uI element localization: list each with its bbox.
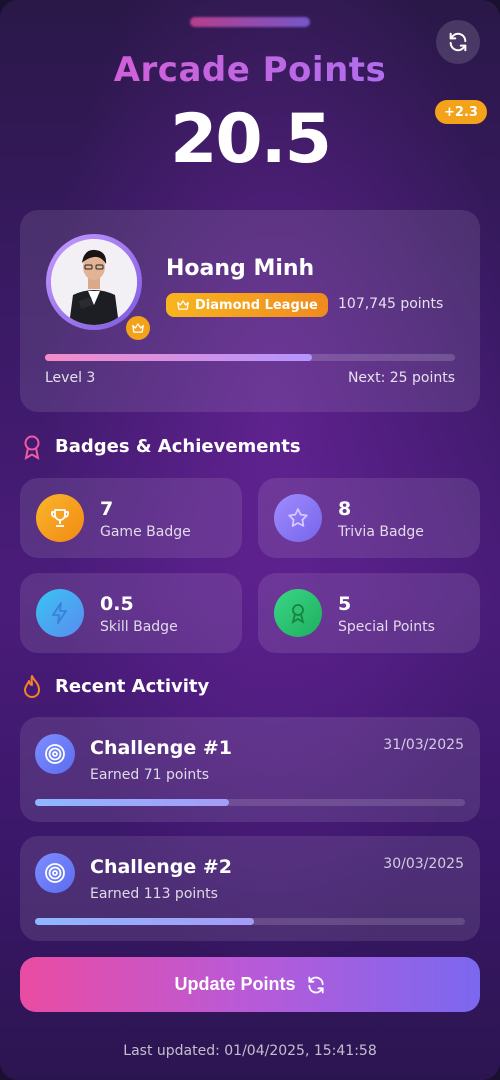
- avatar: [51, 239, 137, 325]
- activity-progress-fill: [35, 799, 229, 806]
- update-points-label: Update Points: [174, 974, 296, 994]
- activity-subtitle: Earned 71 points: [90, 767, 210, 783]
- star-icon: [274, 494, 322, 542]
- target-icon: [35, 853, 75, 893]
- activity-progress-fill: [35, 918, 255, 925]
- level-label: Level 3: [45, 370, 96, 386]
- ribbon-icon: [274, 589, 322, 637]
- activity-section-title: Recent Activity: [55, 676, 210, 697]
- level-progress-fill: [45, 354, 312, 361]
- crown-badge-icon: [126, 316, 150, 340]
- badges-section-title: Badges & Achievements: [55, 436, 301, 457]
- badge-card-game[interactable]: 7 Game Badge: [20, 478, 242, 558]
- activity-title: Challenge #1: [90, 737, 232, 759]
- activity-item[interactable]: Challenge #1 Earned 71 points 31/03/2025: [20, 717, 480, 822]
- level-progress-bar: [45, 354, 455, 361]
- badge-label: Game Badge: [100, 524, 191, 540]
- activity-title: Challenge #2: [90, 856, 232, 878]
- badge-card-special[interactable]: 5 Special Points: [258, 573, 480, 653]
- activity-date: 30/03/2025: [383, 856, 464, 872]
- activity-subtitle: Earned 113 points: [90, 886, 218, 902]
- trophy-icon: [36, 494, 84, 542]
- target-icon: [35, 734, 75, 774]
- badge-label: Special Points: [338, 619, 435, 635]
- refresh-icon: [307, 976, 324, 993]
- badge-value: 5: [338, 593, 352, 615]
- activity-progress-bar: [35, 918, 465, 925]
- badge-card-skill[interactable]: 0.5 Skill Badge: [20, 573, 242, 653]
- update-points-button[interactable]: Update Points: [20, 957, 480, 1012]
- award-icon: [24, 435, 40, 460]
- profile-card: Hoang Minh Diamond League 107,745 points…: [20, 210, 480, 412]
- avatar-ring: [46, 234, 142, 330]
- badge-value: 0.5: [100, 593, 134, 615]
- badge-label: Trivia Badge: [338, 524, 424, 540]
- crown-icon: [177, 300, 189, 310]
- activity-progress-bar: [35, 799, 465, 806]
- badge-value: 8: [338, 498, 352, 520]
- badge-card-trivia[interactable]: 8 Trivia Badge: [258, 478, 480, 558]
- activity-date: 31/03/2025: [383, 737, 464, 753]
- total-score: 20.5: [170, 100, 332, 179]
- league-badge: Diamond League: [166, 293, 328, 317]
- flame-icon: [24, 675, 40, 698]
- activity-item[interactable]: Challenge #2 Earned 113 points 30/03/202…: [20, 836, 480, 941]
- badge-value: 7: [100, 498, 114, 520]
- badge-label: Skill Badge: [100, 619, 178, 635]
- score-delta-badge: +2.3: [435, 100, 487, 124]
- league-label: Diamond League: [195, 297, 318, 313]
- lightning-icon: [36, 589, 84, 637]
- app-title: Arcade Points: [0, 50, 500, 90]
- app-screen: Arcade Points 20.5 +2.3 Hoang Minh Diamo…: [0, 0, 500, 1080]
- top-indicator: [190, 17, 310, 27]
- user-name: Hoang Minh: [166, 256, 315, 281]
- last-updated-text: Last updated: 01/04/2025, 15:41:58: [123, 1043, 377, 1059]
- next-level-label: Next: 25 points: [347, 370, 455, 386]
- user-points: 107,745 points: [338, 296, 444, 312]
